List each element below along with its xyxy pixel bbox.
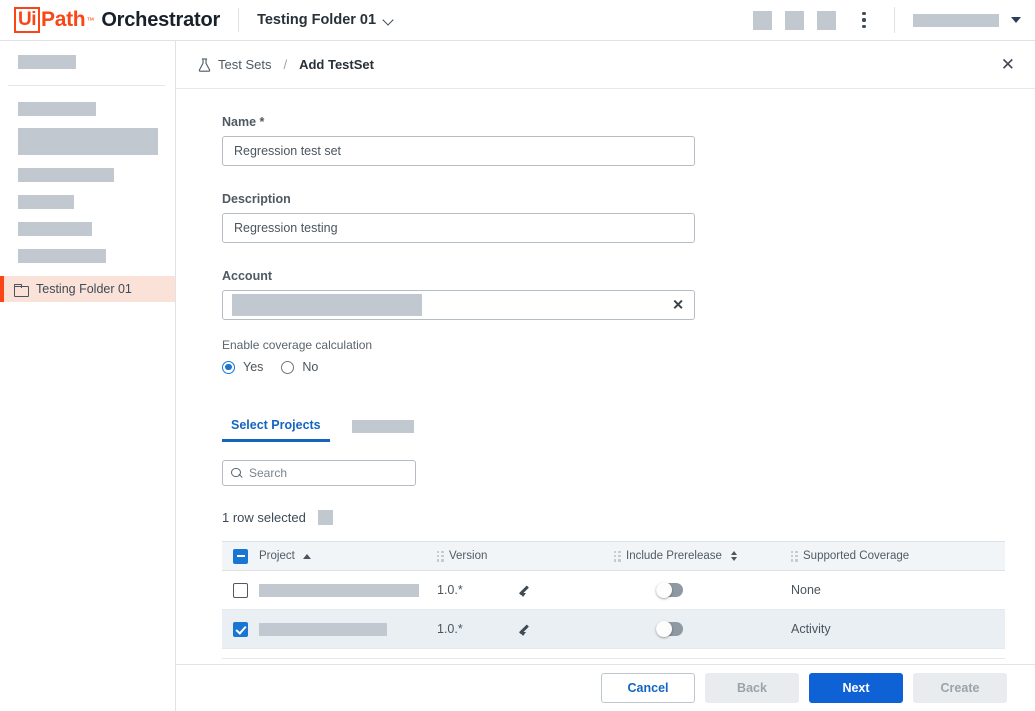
- create-button: Create: [913, 673, 1007, 703]
- radio-yes[interactable]: [222, 361, 235, 374]
- next-button[interactable]: Next: [809, 673, 903, 703]
- selection-summary: 1 row selected: [222, 510, 1035, 525]
- projects-table: Project Version Include Prerelease Suppo…: [222, 541, 1005, 659]
- selection-summary-text: 1 row selected: [222, 510, 306, 525]
- close-icon[interactable]: ✕: [995, 52, 1021, 77]
- column-resize-grip-icon[interactable]: [437, 551, 444, 562]
- folder-selector[interactable]: Testing Folder 01: [257, 12, 393, 28]
- tab-placeholder[interactable]: [352, 420, 414, 433]
- coverage-label: Enable coverage calculation: [222, 338, 1035, 352]
- column-resize-grip-icon[interactable]: [791, 551, 798, 562]
- row-project-name-placeholder: [259, 623, 387, 636]
- breadcrumb-current: Add TestSet: [299, 57, 374, 72]
- column-header-project[interactable]: Project: [259, 550, 437, 562]
- folder-selector-label: Testing Folder 01: [257, 12, 376, 28]
- folder-icon: [14, 284, 28, 295]
- row-prerelease-toggle[interactable]: [656, 583, 683, 597]
- description-input[interactable]: Regression testing: [222, 213, 695, 243]
- more-vertical-icon[interactable]: [854, 12, 874, 28]
- header-action-placeholder-3[interactable]: [817, 11, 836, 30]
- sidebar-item-label: Testing Folder 01: [36, 282, 132, 296]
- sidebar-placeholder-6[interactable]: [18, 222, 92, 236]
- wizard-footer: Cancel Back Next Create: [176, 664, 1035, 711]
- row-supported-coverage: Activity: [791, 622, 831, 636]
- logo-trademark: ™: [86, 16, 94, 25]
- logo-path-text: Path: [41, 8, 85, 32]
- breadcrumb: Test Sets / Add TestSet ✕: [176, 41, 1035, 89]
- sidebar-placeholder-7[interactable]: [18, 249, 106, 263]
- description-label: Description: [222, 192, 1035, 206]
- column-header-project-label: Project: [259, 550, 295, 562]
- name-input-value: Regression test set: [234, 144, 341, 158]
- user-name-placeholder: [913, 14, 999, 27]
- table-row[interactable]: 1.0.* None: [222, 571, 1005, 610]
- sidebar-placeholder-5[interactable]: [18, 195, 74, 209]
- column-header-include-prerelease-label: Include Prerelease: [626, 550, 722, 562]
- selection-action-placeholder[interactable]: [318, 510, 333, 525]
- description-input-value: Regression testing: [234, 221, 338, 235]
- sidebar-placeholder-2[interactable]: [18, 102, 96, 116]
- row-checkbox[interactable]: [233, 622, 248, 637]
- row-checkbox[interactable]: [233, 583, 248, 598]
- select-all-checkbox[interactable]: [233, 549, 248, 564]
- sort-toggle-icon[interactable]: [731, 551, 737, 561]
- sidebar-placeholder-4[interactable]: [18, 168, 114, 182]
- header-divider-2: [894, 7, 895, 33]
- row-version: 1.0.*: [437, 583, 519, 597]
- radio-no-label[interactable]: No: [302, 360, 318, 374]
- form-area: Name * Regression test set Description R…: [176, 89, 1035, 659]
- tab-bar: Select Projects: [222, 418, 1035, 442]
- column-header-include-prerelease[interactable]: Include Prerelease: [614, 550, 791, 562]
- chevron-down-icon: [384, 16, 393, 25]
- back-button: Back: [705, 673, 799, 703]
- row-prerelease-toggle[interactable]: [656, 622, 683, 636]
- name-input[interactable]: Regression test set: [222, 136, 695, 166]
- sort-ascending-icon: [303, 554, 311, 559]
- cancel-button[interactable]: Cancel: [601, 673, 695, 703]
- header-action-placeholder-2[interactable]: [785, 11, 804, 30]
- pencil-icon[interactable]: [519, 622, 533, 636]
- row-project-name-placeholder: [259, 584, 419, 597]
- sidebar-placeholder-3[interactable]: [18, 128, 158, 155]
- table-header-row: Project Version Include Prerelease Suppo…: [222, 541, 1005, 571]
- sidebar-placeholder-1[interactable]: [18, 55, 76, 69]
- clear-icon[interactable]: ✕: [672, 297, 684, 314]
- header-actions: [740, 7, 1035, 33]
- app-header: Ui Path ™ Orchestrator Testing Folder 01: [0, 0, 1035, 41]
- column-header-version-label: Version: [449, 550, 487, 562]
- radio-yes-label[interactable]: Yes: [243, 360, 263, 374]
- pencil-icon[interactable]: [519, 583, 533, 597]
- search-icon: [231, 468, 242, 479]
- column-header-version[interactable]: Version: [437, 550, 614, 562]
- tab-select-projects[interactable]: Select Projects: [222, 418, 330, 442]
- name-label: Name *: [222, 115, 1035, 129]
- test-sets-flask-icon: [198, 58, 211, 72]
- column-resize-grip-icon[interactable]: [614, 551, 621, 562]
- coverage-radio-group: Yes No: [222, 360, 1035, 374]
- account-label: Account: [222, 269, 1035, 283]
- column-header-supported-coverage[interactable]: Supported Coverage: [791, 550, 991, 562]
- row-supported-coverage: None: [791, 583, 821, 597]
- account-input[interactable]: ✕: [222, 290, 695, 320]
- search-placeholder: Search: [249, 466, 287, 480]
- uipath-logo[interactable]: Ui Path ™ Orchestrator: [14, 7, 220, 33]
- logo-ui-mark: Ui: [14, 7, 40, 33]
- sidebar: Testing Folder 01: [0, 41, 176, 711]
- sidebar-divider: [8, 85, 165, 86]
- row-version: 1.0.*: [437, 622, 519, 636]
- product-name: Orchestrator: [101, 9, 220, 32]
- column-header-supported-coverage-label: Supported Coverage: [803, 550, 909, 562]
- breadcrumb-separator: /: [283, 57, 287, 72]
- search-input[interactable]: Search: [222, 460, 416, 486]
- caret-down-icon[interactable]: [1011, 17, 1021, 23]
- header-action-placeholder-1[interactable]: [753, 11, 772, 30]
- breadcrumb-parent-link[interactable]: Test Sets: [218, 57, 271, 72]
- table-partial-row: [222, 649, 1005, 659]
- main-panel: Test Sets / Add TestSet ✕ Name * Regress…: [176, 41, 1035, 711]
- header-divider: [238, 8, 239, 32]
- table-row[interactable]: 1.0.* Activity: [222, 610, 1005, 649]
- radio-no[interactable]: [281, 361, 294, 374]
- sidebar-item-testing-folder-01[interactable]: Testing Folder 01: [0, 276, 175, 302]
- account-value-placeholder: [232, 294, 422, 316]
